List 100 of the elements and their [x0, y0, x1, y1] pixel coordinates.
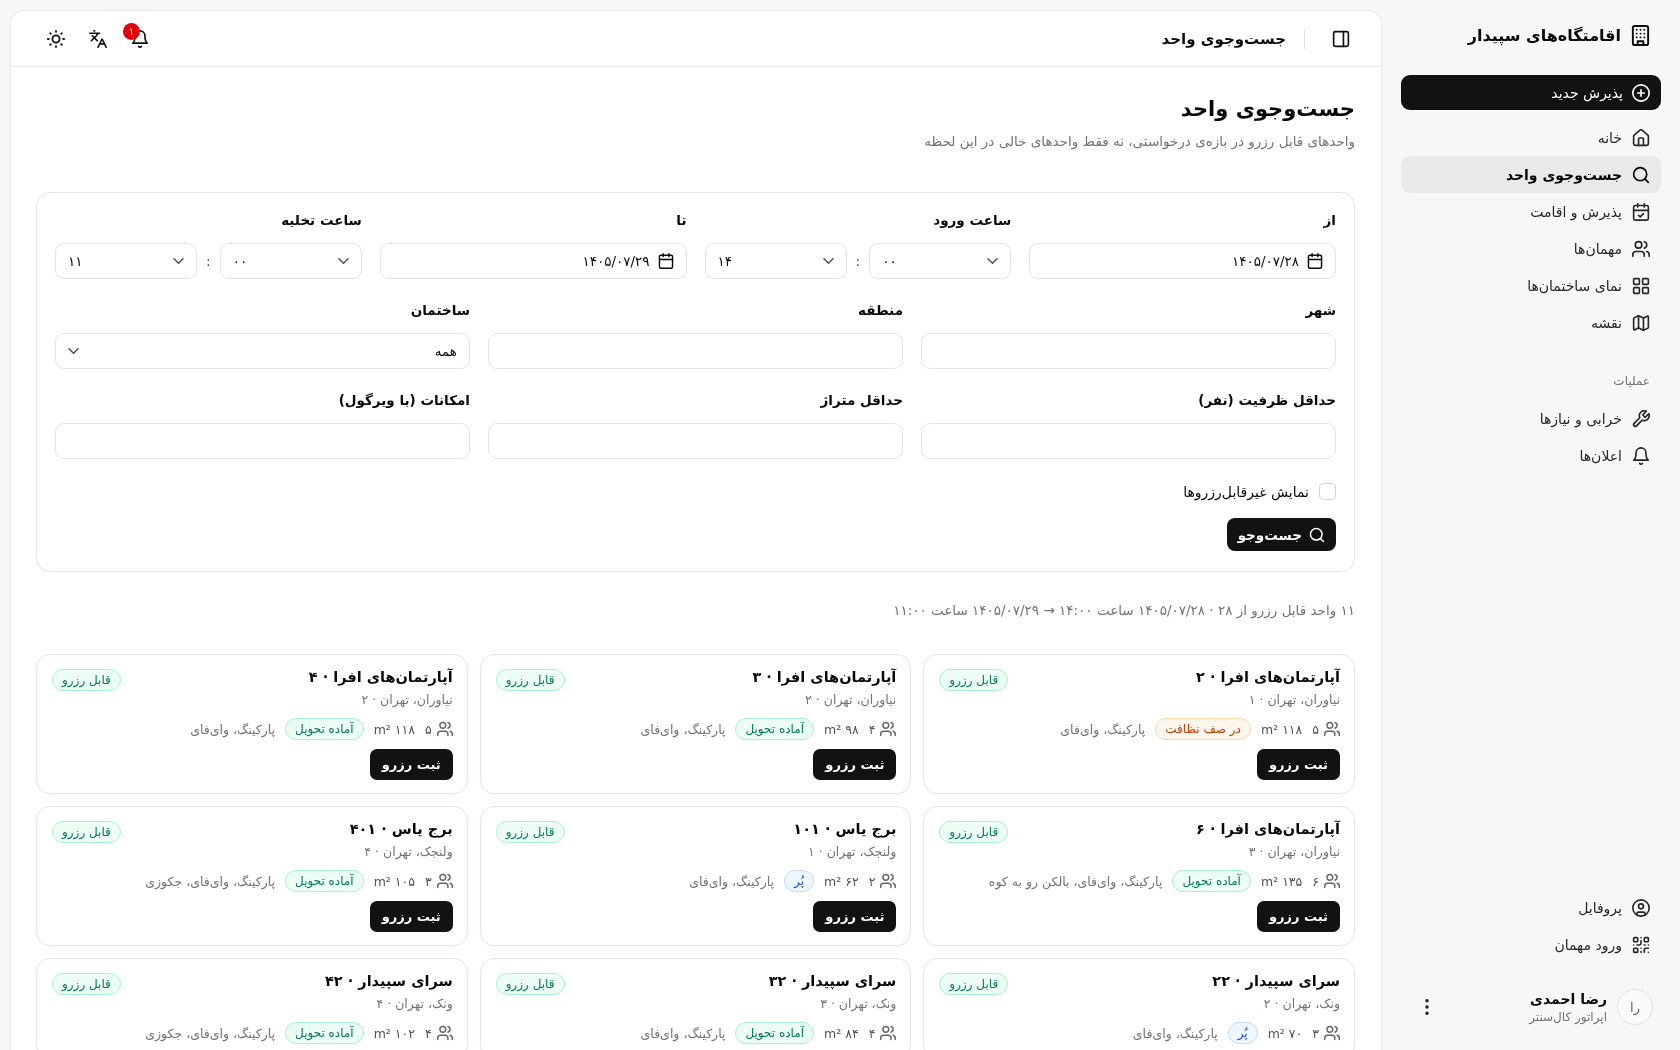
- nav-item[interactable]: جست‌وجوی واحد: [1401, 156, 1661, 193]
- nav-item[interactable]: ورود مهمان: [1401, 926, 1661, 963]
- date-field[interactable]: ۱۴۰۵/۰۷/۲۹: [379, 243, 687, 279]
- people-icon: [1324, 1025, 1340, 1041]
- availability-badge: قابل رزرو: [495, 973, 565, 995]
- unit-title: برج یاس · ۴۰۱: [349, 820, 453, 839]
- area-text: ۱۱۸ m²: [373, 721, 415, 737]
- sidebar-panel-icon[interactable]: [1332, 29, 1350, 48]
- unit-location: ولنجک، تهران · ۱: [807, 843, 897, 861]
- amenities-text: پارکینگ، وای‌فای: [689, 873, 775, 889]
- area-input[interactable]: [488, 423, 903, 459]
- status-tag: آماده تحویل: [735, 718, 814, 740]
- hour-select[interactable]: ۱۱: [55, 243, 197, 279]
- status-tag: پُر: [784, 870, 814, 892]
- unit-location: ونک، تهران · ۲: [1262, 995, 1340, 1013]
- translate-icon[interactable]: [89, 29, 107, 48]
- chevron-down-icon: [987, 258, 999, 264]
- district-input[interactable]: [488, 333, 903, 369]
- user-role: اپراتور کال‌سنتر: [1529, 1009, 1607, 1024]
- amenities-text: پارکینگ، وای‌فای: [640, 721, 726, 737]
- book-button[interactable]: ثبت رزرو: [813, 749, 897, 780]
- status-tag: آماده تحویل: [285, 1022, 364, 1044]
- wrench-icon: [1632, 409, 1650, 428]
- minute-select[interactable]: ۰۰: [219, 243, 362, 279]
- book-button[interactable]: ثبت رزرو: [1257, 901, 1340, 932]
- capacity-text: ۲: [868, 873, 876, 889]
- unit-title: آپارتمان‌های افرا · ۴: [308, 667, 453, 687]
- user-avatar[interactable]: را: [1617, 989, 1653, 1025]
- search-button[interactable]: جست‌وجو: [1226, 518, 1336, 551]
- nav-item[interactable]: خرابی و نیازها: [1401, 400, 1661, 437]
- chevron-down-icon: [337, 258, 349, 264]
- unit-location: ونک، تهران · ۴: [375, 995, 453, 1013]
- checkbox-label: نمایش غیرقابل‌رزروها: [1183, 483, 1309, 500]
- people-icon: [880, 873, 897, 889]
- unit-title: آپارتمان‌های افرا · ۶: [1196, 819, 1340, 839]
- unit-location: نیاوران، تهران · ۲: [804, 691, 897, 709]
- capacity-text: ۳: [1312, 1025, 1319, 1041]
- checkbox[interactable]: [1319, 483, 1336, 500]
- search-icon: [1309, 526, 1325, 543]
- availability-badge: قابل رزرو: [52, 821, 121, 843]
- book-button[interactable]: ثبت رزرو: [813, 901, 897, 932]
- page-title: جست‌وجوی واحد: [1179, 96, 1355, 123]
- unit-location: نیاوران، تهران · ۳: [1247, 843, 1340, 861]
- header-title: جست‌وجوی واحد: [1161, 29, 1286, 48]
- status-tag: پُر: [1227, 1022, 1258, 1044]
- nav-item[interactable]: پذیرش و اقامت: [1401, 193, 1661, 230]
- qr-code-icon: [1632, 935, 1650, 954]
- date-field[interactable]: ۱۴۰۵/۰۷/۲۸: [1029, 243, 1336, 279]
- people-icon: [1324, 721, 1340, 737]
- people-icon: [436, 1025, 453, 1041]
- nav-item[interactable]: نمای ساختمان‌ها: [1401, 267, 1661, 304]
- field-label: ساعت تخلیه: [280, 211, 362, 230]
- unit-title: سرای سپیدار · ۴۲: [325, 972, 453, 991]
- book-button[interactable]: ثبت رزرو: [1257, 749, 1340, 780]
- availability-badge: قابل رزرو: [939, 669, 1009, 691]
- field-label: ساختمان: [409, 301, 470, 320]
- unit-title: سرای سپیدار · ۲۲: [1212, 972, 1340, 991]
- nav-item[interactable]: نقشه: [1401, 304, 1661, 341]
- field-label: تا: [675, 211, 687, 230]
- search-icon: [1632, 165, 1650, 184]
- hour-select[interactable]: ۱۴: [704, 243, 847, 279]
- field-label: از: [1322, 211, 1336, 230]
- sun-icon[interactable]: [47, 29, 65, 48]
- availability-badge: قابل رزرو: [52, 973, 121, 995]
- user-circle-icon: [1632, 898, 1650, 917]
- page-subtitle: واحدهای قابل رزرو در بازه‌ی درخواستی، نه فقط واحدهای خالی در این لحظه: [923, 132, 1355, 151]
- results-summary: ۱۱ واحد قابل رزرو از ۲۸ · ۱۴۰۵/۰۷/۲۸ ساعت ۱۴:۰۰ → ۱۴۰۵/۰۷/۲۹ ساعت ۱۱:۰۰: [892, 601, 1355, 620]
- field-label: حداقل ظرفیت (نفر): [1197, 391, 1336, 410]
- status-tag: آماده تحویل: [285, 870, 364, 892]
- nav-item[interactable]: مهمان‌ها: [1401, 230, 1661, 267]
- minute-select[interactable]: ۰۰: [869, 243, 1012, 279]
- bell-icon[interactable]: [131, 29, 149, 48]
- calendar-check-icon: [1632, 202, 1650, 221]
- unit-location: نیاوران، تهران · ۲: [360, 691, 453, 709]
- nav-item[interactable]: پروفایل: [1401, 889, 1661, 926]
- area-text: ۱۳۵ m²: [1260, 873, 1303, 889]
- chevron-down-icon: [173, 258, 184, 264]
- vertical-dots-icon[interactable]: [1425, 999, 1429, 1015]
- status-tag: در صف نظافت: [1155, 718, 1251, 740]
- grid-icon: [1632, 276, 1650, 295]
- nav-item[interactable]: خانه: [1401, 119, 1661, 156]
- building-icon: [1630, 24, 1651, 46]
- status-tag: آماده تحویل: [1172, 870, 1251, 892]
- area-text: ۱۱۸ m²: [1260, 721, 1303, 737]
- new-admission-button[interactable]: پذیرش جدید: [1401, 75, 1661, 110]
- capacity-text: ۳: [424, 873, 432, 889]
- building-select[interactable]: همه: [55, 333, 470, 369]
- notification-badge: ۱: [123, 22, 140, 40]
- book-button[interactable]: ثبت رزرو: [369, 901, 453, 932]
- chevron-down-icon: [68, 348, 79, 354]
- capacity-input[interactable]: [921, 423, 1336, 459]
- book-button[interactable]: ثبت رزرو: [369, 749, 453, 780]
- area-text: ۸۴ m²: [824, 1025, 859, 1041]
- nav-item[interactable]: اعلان‌ها: [1401, 437, 1661, 474]
- user-name: رضا احمدی: [1529, 990, 1607, 1007]
- area-text: ۹۸ m²: [824, 721, 859, 737]
- availability-badge: قابل رزرو: [939, 821, 1009, 843]
- unit-title: آپارتمان‌های افرا · ۲: [1196, 667, 1340, 687]
- city-input[interactable]: [921, 333, 1336, 369]
- amenities-input[interactable]: [55, 423, 470, 459]
